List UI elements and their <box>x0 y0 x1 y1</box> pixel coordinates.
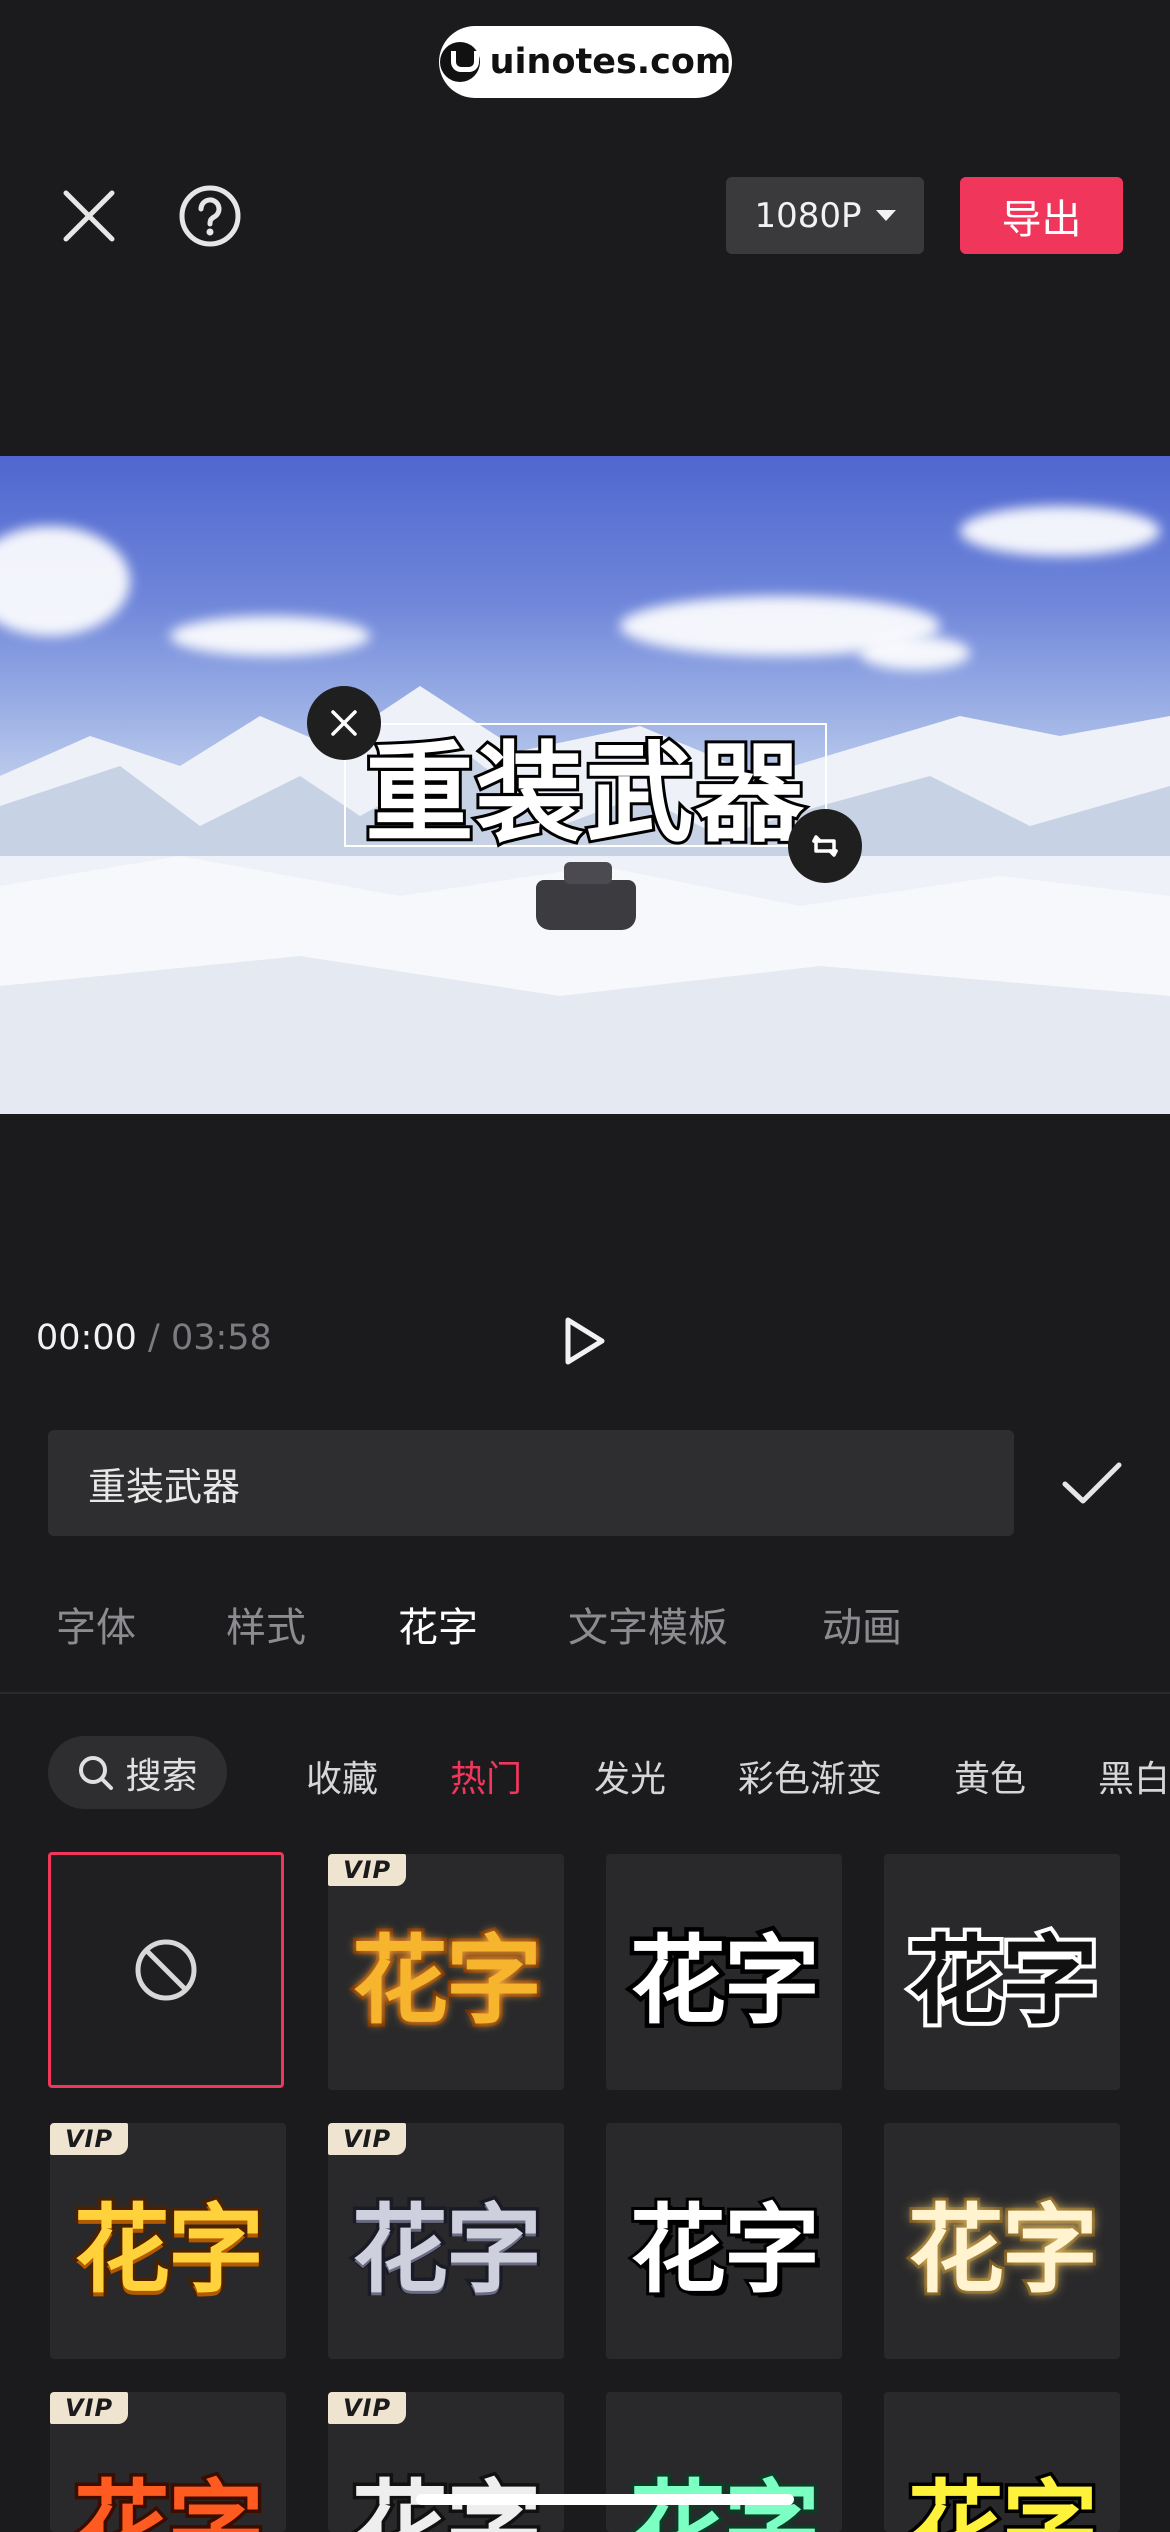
play-icon <box>565 1317 605 1365</box>
preset-tile[interactable]: 花字 <box>606 2392 842 2532</box>
resolution-label: 1080P <box>754 195 862 236</box>
preset-sample-text: 花字 <box>627 2467 824 2532</box>
search-label: 搜索 <box>125 1755 198 1797</box>
preset-tile[interactable]: 花字 <box>606 2123 842 2359</box>
rotate-icon <box>812 835 838 857</box>
preset-tile[interactable]: VIP 花字 <box>328 2392 564 2532</box>
preset-sample-text: 花字 <box>904 1921 1102 2041</box>
tab-font[interactable]: 字体 <box>56 1595 136 1653</box>
timecode: 00:00 / 03:58 <box>36 1318 272 1358</box>
preset-none[interactable] <box>48 1852 284 2088</box>
tab-style[interactable]: 样式 <box>226 1595 306 1653</box>
preset-sample-text: 花字 <box>349 2190 546 2309</box>
search-icon <box>79 1755 114 1790</box>
search-button[interactable]: 搜索 <box>48 1736 227 1809</box>
vip-badge: VIP <box>328 2392 406 2424</box>
uinotes-logo-icon <box>439 42 480 82</box>
vip-badge: VIP <box>328 1854 406 1886</box>
tank-figure <box>536 862 636 930</box>
watermark-badge: uinotes.com <box>439 26 732 98</box>
vip-badge: VIP <box>328 2123 406 2155</box>
video-title-overlay[interactable]: 重装武器 <box>344 723 827 860</box>
time-separator: / <box>148 1318 160 1358</box>
no-effect-icon <box>135 1939 197 2001</box>
preset-tile[interactable]: VIP 花字 <box>50 2123 286 2359</box>
vip-badge: VIP <box>50 2123 128 2155</box>
confirm-button[interactable] <box>1056 1452 1128 1514</box>
home-indicator[interactable] <box>416 2494 794 2505</box>
tab-animation[interactable]: 动画 <box>822 1595 902 1653</box>
close-icon <box>331 710 357 736</box>
resolution-dropdown[interactable]: 1080P <box>726 177 924 254</box>
current-time: 00:00 <box>36 1318 137 1358</box>
preset-sample-text: 花字 <box>905 2191 1101 2309</box>
category-popular[interactable]: 热门 <box>450 1750 522 1802</box>
check-icon <box>1062 1462 1122 1504</box>
help-button[interactable] <box>174 180 246 252</box>
vip-badge: VIP <box>50 2392 128 2424</box>
category-black-white[interactable]: 黑白 <box>1098 1750 1170 1802</box>
play-button[interactable] <box>554 1310 616 1372</box>
close-button[interactable] <box>56 183 122 249</box>
delete-text-button[interactable] <box>307 686 381 760</box>
preset-tile[interactable]: VIP 花字 <box>50 2392 286 2532</box>
help-icon <box>179 185 241 247</box>
preset-sample-text: 花字 <box>626 1920 825 2041</box>
preset-tile[interactable]: 花字 <box>884 2392 1120 2532</box>
rotate-scale-handle[interactable] <box>788 809 862 883</box>
preset-sample-text: 花字 <box>905 2467 1102 2532</box>
preset-sample-text: 花字 <box>349 2467 546 2532</box>
preset-tile[interactable]: 花字 <box>884 1854 1120 2090</box>
preset-tile[interactable]: 花字 <box>606 1854 842 2090</box>
tab-fancy-text[interactable]: 花字 <box>398 1595 478 1653</box>
preset-sample-text: 花字 <box>627 2191 823 2309</box>
text-content-input[interactable] <box>48 1430 1014 1536</box>
export-button[interactable]: 导出 <box>960 177 1123 254</box>
preset-sample-text: 花字 <box>349 1921 546 2040</box>
preset-tile[interactable]: 花字 <box>884 2123 1120 2359</box>
caret-down-icon <box>875 210 896 221</box>
category-glow[interactable]: 发光 <box>594 1750 666 1802</box>
preset-tile[interactable]: VIP 花字 <box>328 1854 564 2090</box>
category-yellow[interactable]: 黄色 <box>954 1750 1026 1802</box>
total-time: 03:58 <box>170 1318 272 1358</box>
tab-text-template[interactable]: 文字模板 <box>568 1595 728 1653</box>
preset-sample-text: 花字 <box>71 2467 268 2532</box>
preset-sample-text: 花字 <box>71 2190 268 2309</box>
watermark-text: uinotes.com <box>489 42 732 82</box>
tab-divider <box>0 1692 1170 1694</box>
close-icon <box>63 190 115 242</box>
preset-tile[interactable]: VIP 花字 <box>328 2123 564 2359</box>
category-color-gradient[interactable]: 彩色渐变 <box>738 1750 882 1802</box>
category-favorites[interactable]: 收藏 <box>306 1750 378 1802</box>
